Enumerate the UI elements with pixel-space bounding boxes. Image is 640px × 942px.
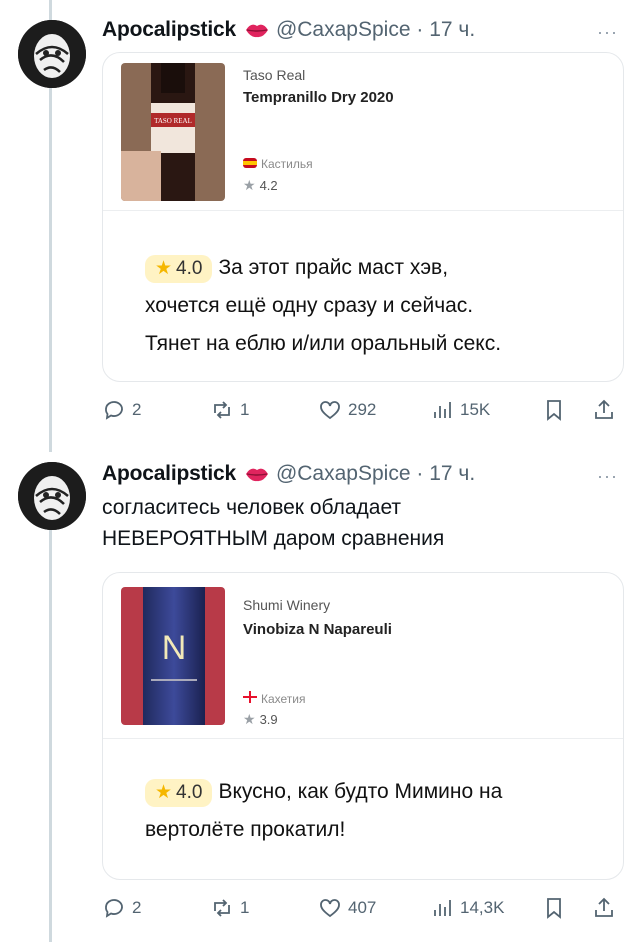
svg-text:TASO REAL: TASO REAL	[154, 117, 192, 125]
wine-rating: ★ 4.2	[243, 177, 278, 193]
georgia-flag-icon	[243, 691, 257, 706]
post-time[interactable]: 17 ч.	[429, 18, 475, 42]
avatar[interactable]	[18, 20, 86, 88]
svg-text:N: N	[162, 629, 187, 667]
wine-card[interactable]: TASO REAL Taso Real Tempranillo Dry 2020…	[102, 52, 624, 382]
avatar[interactable]	[18, 462, 86, 530]
review-text: ★ 4.0 За этот прайс маст хэв, хочется ещё …	[145, 255, 502, 355]
reply-button[interactable]: 2	[102, 398, 210, 422]
bookmark-icon	[547, 898, 561, 919]
share-button[interactable]	[592, 398, 616, 422]
author-handle[interactable]: @CaxapSpice	[276, 18, 411, 42]
share-icon	[595, 897, 613, 917]
heart-icon	[320, 401, 340, 420]
views-icon	[434, 402, 451, 418]
more-options-icon[interactable]: ···	[597, 22, 618, 43]
post-header: Apocalipstick @CaxapSpice · 17 ч.	[102, 18, 476, 42]
winery-name: Taso Real	[243, 67, 306, 83]
reply-button[interactable]: 2	[102, 896, 210, 920]
user-rating-badge: ★ 4.0	[145, 255, 213, 283]
post[interactable]: Apocalipstick @CaxapSpice · 17 ч. ··· со…	[0, 460, 640, 942]
wine-bottle-image: TASO REAL	[121, 63, 225, 201]
lips-icon	[244, 463, 270, 485]
views-button[interactable]: 14,3K	[430, 896, 542, 920]
lips-icon	[244, 19, 270, 41]
share-button[interactable]	[592, 896, 616, 920]
post[interactable]: Apocalipstick @CaxapSpice · 17 ч. ··· TA…	[0, 0, 640, 460]
views-icon	[434, 900, 451, 916]
bookmark-button[interactable]	[542, 896, 592, 920]
wine-bottle-image: N	[121, 587, 225, 725]
author-name[interactable]: Apocalipstick	[102, 18, 236, 42]
more-options-icon[interactable]: ···	[597, 466, 618, 487]
repost-button[interactable]: 1	[210, 896, 318, 920]
views-button[interactable]: 15K	[430, 398, 542, 422]
wine-card[interactable]: N Shumi Winery Vinobiza N Napareuli Кахе…	[102, 572, 624, 880]
star-icon: ★	[243, 177, 256, 193]
wine-rating: ★ 3.9	[243, 711, 278, 727]
post-text: согласитесь человек обладает НЕВЕРОЯТНЫМ…	[102, 496, 445, 550]
spain-flag-icon	[243, 157, 257, 171]
author-name[interactable]: Apocalipstick	[102, 462, 236, 486]
post-actions: 2 1 407 14,3K	[102, 892, 624, 924]
user-rating-badge: ★ 4.0	[145, 779, 213, 807]
like-button[interactable]: 407	[318, 896, 430, 920]
reply-icon	[105, 899, 123, 918]
like-button[interactable]: 292	[318, 398, 430, 422]
heart-icon	[320, 899, 340, 918]
repost-button[interactable]: 1	[210, 398, 318, 422]
bookmark-button[interactable]	[542, 398, 592, 422]
author-handle[interactable]: @CaxapSpice	[276, 462, 411, 486]
winery-name: Shumi Winery	[243, 597, 331, 613]
repost-icon	[214, 401, 230, 419]
wine-name: Vinobiza N Napareuli	[243, 621, 392, 638]
wine-region: Кахетия	[243, 691, 306, 706]
star-icon: ★	[155, 782, 173, 803]
bookmark-icon	[547, 400, 561, 421]
star-icon: ★	[243, 711, 256, 727]
post-actions: 2 1 292 15K	[102, 394, 624, 426]
post-time[interactable]: 17 ч.	[429, 462, 475, 486]
review-text: ★ 4.0 Вкусно, как будто Мимино на вертолёт…	[145, 779, 503, 841]
star-icon: ★	[155, 258, 173, 279]
wine-name: Tempranillo Dry 2020	[243, 89, 394, 106]
wine-region: Кастилья	[243, 157, 313, 171]
repost-icon	[214, 899, 230, 917]
reply-icon	[105, 401, 123, 420]
share-icon	[595, 399, 613, 419]
post-header: Apocalipstick @CaxapSpice · 17 ч.	[102, 462, 476, 486]
